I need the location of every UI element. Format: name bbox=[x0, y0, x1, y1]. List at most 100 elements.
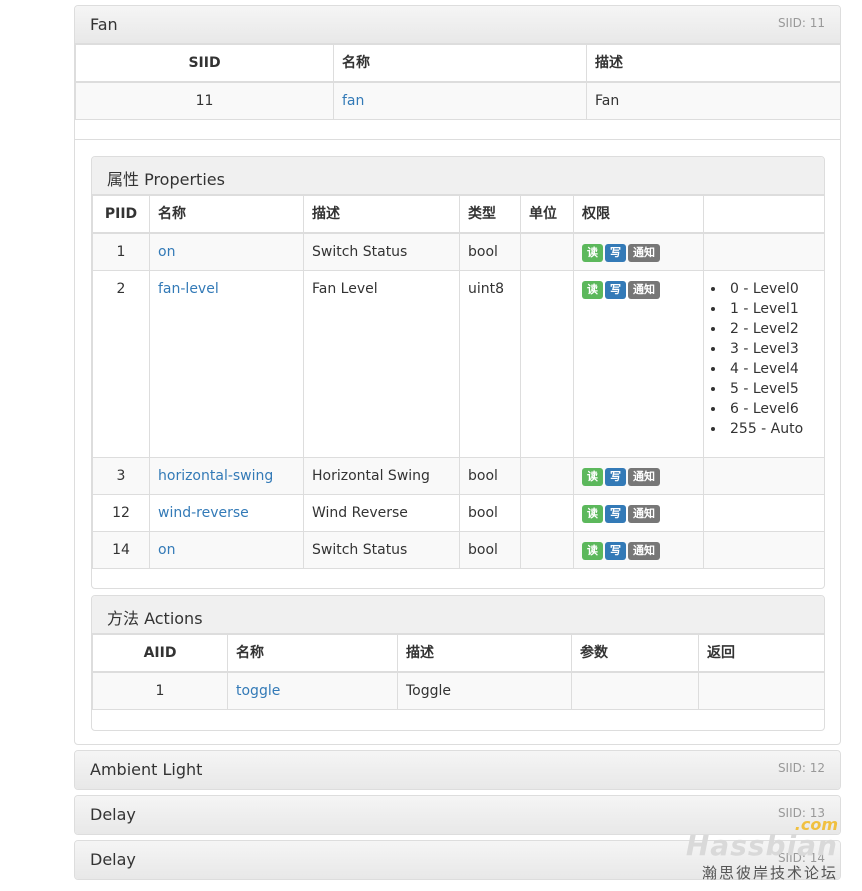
col-header-desc: 描述 bbox=[303, 195, 460, 234]
cell-type: uint8 bbox=[459, 270, 521, 458]
cell-desc: Wind Reverse bbox=[303, 494, 460, 532]
watermark-logo: .com Hassbian 瀚思彼岸技术论坛 bbox=[686, 815, 838, 883]
cell-access: 读写通知 bbox=[573, 457, 704, 495]
cell-type: bool bbox=[459, 494, 521, 532]
cell-desc: Fan bbox=[586, 81, 841, 120]
cell-name: toggle bbox=[227, 671, 398, 710]
cell-name: horizontal-swing bbox=[149, 457, 304, 495]
col-header-access: 权限 bbox=[573, 195, 704, 234]
col-header-params: 参数 bbox=[571, 634, 699, 673]
divider bbox=[75, 139, 840, 140]
service-name-link[interactable]: fan bbox=[342, 93, 364, 109]
cell-name: wind-reverse bbox=[149, 494, 304, 532]
read-badge: 读 bbox=[582, 542, 603, 560]
service-panel-heading[interactable]: Ambient Light SIID: 12 bbox=[75, 751, 840, 789]
read-badge: 读 bbox=[582, 468, 603, 486]
col-header-desc: 描述 bbox=[586, 44, 841, 83]
property-name-link[interactable]: fan-level bbox=[158, 281, 219, 297]
table-row: 3 horizontal-swing Horizontal Swing bool… bbox=[92, 457, 825, 495]
property-name-link[interactable]: on bbox=[158, 244, 175, 260]
table-row: 2 fan-level Fan Level uint8 读写通知 0 - Lev… bbox=[92, 270, 825, 458]
cell-piid: 12 bbox=[92, 494, 150, 532]
write-badge: 写 bbox=[605, 244, 626, 262]
col-header-unit: 单位 bbox=[520, 195, 574, 234]
col-header-aiid: AIID bbox=[92, 634, 228, 673]
table-row: 1 toggle Toggle bbox=[92, 671, 825, 710]
cell-access: 读写通知 bbox=[573, 494, 704, 532]
service-panel-ambient-light[interactable]: Ambient Light SIID: 12 bbox=[74, 750, 841, 790]
service-panel-fan: Fan SIID: 11 SIID 名称 描述 11 fan Fan 属性 Pr… bbox=[74, 5, 841, 745]
cell-returns bbox=[698, 671, 825, 710]
table-row: 12 wind-reverse Wind Reverse bool 读写通知 bbox=[92, 494, 825, 532]
actions-table: AIID 名称 描述 参数 返回 1 toggle Toggle bbox=[92, 634, 825, 710]
value-list-item: 1 - Level1 bbox=[726, 299, 816, 319]
col-header-name: 名称 bbox=[149, 195, 304, 234]
service-title: Delay bbox=[90, 805, 136, 824]
table-row: 11 fan Fan bbox=[75, 81, 841, 120]
cell-values bbox=[703, 494, 825, 532]
notify-badge: 通知 bbox=[628, 505, 660, 523]
property-name-link[interactable]: horizontal-swing bbox=[158, 468, 273, 484]
properties-table: PIID 名称 描述 类型 单位 权限 1 on Switch Status b… bbox=[92, 195, 825, 569]
service-title: Delay bbox=[90, 850, 136, 869]
cell-access: 读写通知 bbox=[573, 270, 704, 458]
notify-badge: 通知 bbox=[628, 542, 660, 560]
notify-badge: 通知 bbox=[628, 281, 660, 299]
cell-name: fan-level bbox=[149, 270, 304, 458]
read-badge: 读 bbox=[582, 281, 603, 299]
watermark-tagline: 瀚思彼岸技术论坛 bbox=[701, 864, 838, 882]
value-list-item: 0 - Level0 bbox=[726, 279, 816, 299]
col-header-name: 名称 bbox=[227, 634, 398, 673]
col-header-siid: SIID bbox=[75, 44, 334, 83]
table-row: 14 on Switch Status bool 读写通知 bbox=[92, 531, 825, 569]
notify-badge: 通知 bbox=[628, 244, 660, 262]
cell-values: 0 - Level0 1 - Level1 2 - Level2 3 - Lev… bbox=[703, 270, 825, 458]
cell-name: on bbox=[149, 531, 304, 569]
cell-piid: 2 bbox=[92, 270, 150, 458]
cell-access: 读写通知 bbox=[573, 531, 704, 569]
cell-piid: 1 bbox=[92, 232, 150, 271]
actions-panel: 方法 Actions AIID 名称 描述 参数 返回 1 toggle Tog… bbox=[91, 595, 825, 731]
write-badge: 写 bbox=[605, 505, 626, 523]
cell-unit bbox=[520, 232, 574, 271]
watermark-tld: .com bbox=[794, 815, 838, 834]
cell-piid: 3 bbox=[92, 457, 150, 495]
cell-piid: 14 bbox=[92, 531, 150, 569]
value-list-item: 2 - Level2 bbox=[726, 319, 816, 339]
cell-unit bbox=[520, 494, 574, 532]
col-header-desc: 描述 bbox=[397, 634, 572, 673]
cell-desc: Fan Level bbox=[303, 270, 460, 458]
actions-title: 方法 Actions bbox=[107, 609, 203, 628]
cell-values bbox=[703, 232, 825, 271]
cell-desc: Horizontal Swing bbox=[303, 457, 460, 495]
write-badge: 写 bbox=[605, 281, 626, 299]
cell-desc: Switch Status bbox=[303, 531, 460, 569]
service-title: Fan bbox=[90, 15, 118, 34]
value-list-item: 255 - Auto bbox=[726, 419, 816, 439]
action-name-link[interactable]: toggle bbox=[236, 683, 280, 699]
property-name-link[interactable]: wind-reverse bbox=[158, 505, 249, 521]
cell-type: bool bbox=[459, 457, 521, 495]
write-badge: 写 bbox=[605, 468, 626, 486]
properties-title: 属性 Properties bbox=[107, 170, 225, 189]
notify-badge: 通知 bbox=[628, 468, 660, 486]
service-table: SIID 名称 描述 11 fan Fan bbox=[75, 44, 841, 120]
service-panel-heading[interactable]: Fan SIID: 11 bbox=[75, 6, 840, 44]
value-list-item: 5 - Level5 bbox=[726, 379, 816, 399]
cell-unit bbox=[520, 270, 574, 458]
property-name-link[interactable]: on bbox=[158, 542, 175, 558]
properties-panel: 属性 Properties PIID 名称 描述 类型 单位 权限 1 on S… bbox=[91, 156, 825, 589]
value-list-item: 4 - Level4 bbox=[726, 359, 816, 379]
cell-access: 读写通知 bbox=[573, 232, 704, 271]
cell-values bbox=[703, 457, 825, 495]
table-row: 1 on Switch Status bool 读写通知 bbox=[92, 232, 825, 271]
cell-unit bbox=[520, 457, 574, 495]
cell-params bbox=[571, 671, 699, 710]
cell-type: bool bbox=[459, 232, 521, 271]
actions-heading: 方法 Actions bbox=[92, 596, 824, 634]
col-header-returns: 返回 bbox=[698, 634, 825, 673]
service-siid: SIID: 12 bbox=[777, 761, 825, 775]
write-badge: 写 bbox=[605, 542, 626, 560]
properties-heading: 属性 Properties bbox=[92, 157, 824, 195]
value-list-item: 6 - Level6 bbox=[726, 399, 816, 419]
